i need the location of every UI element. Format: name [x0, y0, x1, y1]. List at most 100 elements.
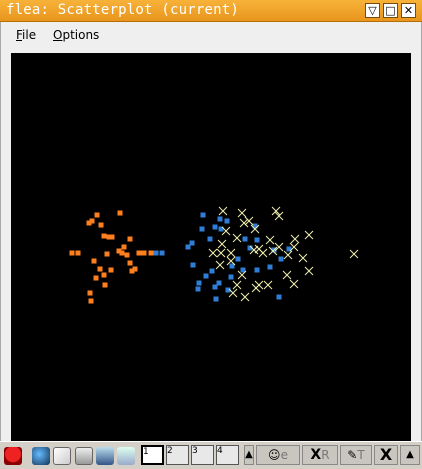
- point-series1-10: [124, 252, 130, 258]
- point-series2-4: [189, 240, 195, 246]
- point-series1-19: [91, 258, 97, 264]
- task-button-1[interactable]: ☺e: [256, 445, 300, 465]
- point-series3-35: [254, 280, 264, 290]
- point-series3-16: [271, 206, 281, 216]
- point-series2-28: [254, 267, 260, 273]
- point-series3-26: [289, 279, 299, 289]
- menu-options-rest: ptions: [62, 28, 100, 42]
- tasklist-arrow-right[interactable]: ▲: [400, 445, 420, 465]
- point-series2-15: [195, 286, 201, 292]
- point-series1-2: [89, 218, 95, 224]
- point-series3-13: [258, 248, 268, 258]
- point-series1-8: [117, 210, 123, 216]
- point-series3-29: [240, 292, 250, 302]
- task-button-3[interactable]: ✎T: [340, 445, 372, 465]
- window-title: flea: Scatterplot (current): [6, 2, 239, 18]
- point-series2-1: [153, 250, 159, 256]
- close-button[interactable]: ✕: [401, 3, 416, 18]
- point-series1-22: [101, 272, 107, 278]
- point-series1-30: [87, 290, 93, 296]
- point-series1-31: [88, 298, 94, 304]
- mail-icon[interactable]: [53, 447, 71, 465]
- point-series1-13: [132, 266, 138, 272]
- workspace-3[interactable]: 3: [191, 445, 214, 465]
- point-series3-18: [283, 250, 293, 260]
- workspace-4-label: 4: [217, 446, 223, 456]
- menu-file-rest: ile: [22, 28, 37, 42]
- point-series3-37: [349, 249, 359, 259]
- workspace-1-label: 1: [143, 447, 149, 457]
- point-series1-4: [98, 222, 104, 228]
- redhat-menu-icon[interactable]: [4, 447, 22, 465]
- workspace-3-label: 3: [192, 446, 198, 456]
- point-series1-5: [101, 233, 107, 239]
- task-button-2[interactable]: XR: [302, 445, 338, 465]
- point-series2-22: [235, 256, 241, 262]
- maximize-button[interactable]: □: [383, 3, 398, 18]
- taskbar: 1 2 3 4 ▲ ☺e XR ✎T X ▲: [0, 441, 422, 469]
- point-series1-26: [141, 250, 147, 256]
- x-app-icon: X: [310, 447, 322, 463]
- point-series2-34: [203, 273, 209, 279]
- writer-icon[interactable]: [75, 447, 93, 465]
- shade-button[interactable]: ▽: [365, 3, 380, 18]
- point-series1-27: [148, 250, 154, 256]
- point-series2-12: [209, 268, 215, 274]
- point-series3-30: [228, 288, 238, 298]
- workspace-1[interactable]: 1: [141, 445, 164, 465]
- point-series3-10: [232, 233, 242, 243]
- workspace-2-label: 2: [167, 446, 173, 456]
- point-series1-18: [75, 250, 81, 256]
- point-series2-13: [190, 262, 196, 268]
- task-label-3: T: [357, 448, 365, 462]
- paint-icon: ✎: [347, 448, 358, 462]
- x-app-icon-2: X: [379, 445, 393, 464]
- point-series3-3: [217, 239, 227, 249]
- point-series1-23: [108, 267, 114, 273]
- point-series3-5: [226, 248, 236, 258]
- point-series1-11: [127, 260, 133, 266]
- tasklist-arrow[interactable]: ▲: [244, 445, 254, 465]
- task-label-2: R: [321, 448, 330, 462]
- menu-file[interactable]: File: [16, 28, 36, 42]
- menu-options[interactable]: Options: [53, 28, 99, 42]
- presentation-icon[interactable]: [96, 447, 114, 465]
- point-series1-9: [121, 244, 127, 250]
- point-series3-27: [232, 280, 242, 290]
- point-series2-5: [199, 226, 205, 232]
- point-series3-32: [215, 260, 225, 270]
- point-series3-33: [208, 248, 218, 258]
- scatterplot-window: File Options: [0, 22, 422, 468]
- workspace-4[interactable]: 4: [216, 445, 239, 465]
- workspace-2[interactable]: 2: [166, 445, 189, 465]
- point-series3-4: [216, 248, 226, 258]
- point-series3-19: [274, 242, 284, 252]
- point-series2-16: [213, 296, 219, 302]
- task-label-1: e: [280, 448, 288, 462]
- point-series2-27: [254, 237, 260, 243]
- app-icon: ☺: [268, 448, 281, 462]
- scatterplot-svg: [69, 206, 359, 304]
- point-series2-18: [216, 280, 222, 286]
- point-series2-32: [276, 294, 282, 300]
- point-series3-6: [237, 208, 247, 218]
- point-series1-7: [109, 234, 115, 240]
- window-titlebar[interactable]: flea: Scatterplot (current) ▽ □ ✕: [0, 0, 422, 22]
- menu-bar: File Options: [1, 22, 421, 48]
- point-series2-2: [159, 250, 165, 256]
- point-series3-36: [263, 280, 273, 290]
- spreadsheet-icon[interactable]: [117, 447, 135, 465]
- point-series3-22: [290, 234, 300, 244]
- point-series3-1: [218, 206, 228, 216]
- point-series1-3: [94, 212, 100, 218]
- point-series2-9: [224, 218, 230, 224]
- scatterplot-canvas[interactable]: [11, 53, 411, 453]
- browser-globe-icon[interactable]: [32, 447, 50, 465]
- point-series3-24: [304, 230, 314, 240]
- point-series2-31: [267, 264, 273, 270]
- point-series3-23: [298, 253, 308, 263]
- point-series3-25: [304, 266, 314, 276]
- point-series2-6: [200, 212, 206, 218]
- task-button-4[interactable]: X: [374, 445, 398, 465]
- point-series2-29: [278, 256, 284, 262]
